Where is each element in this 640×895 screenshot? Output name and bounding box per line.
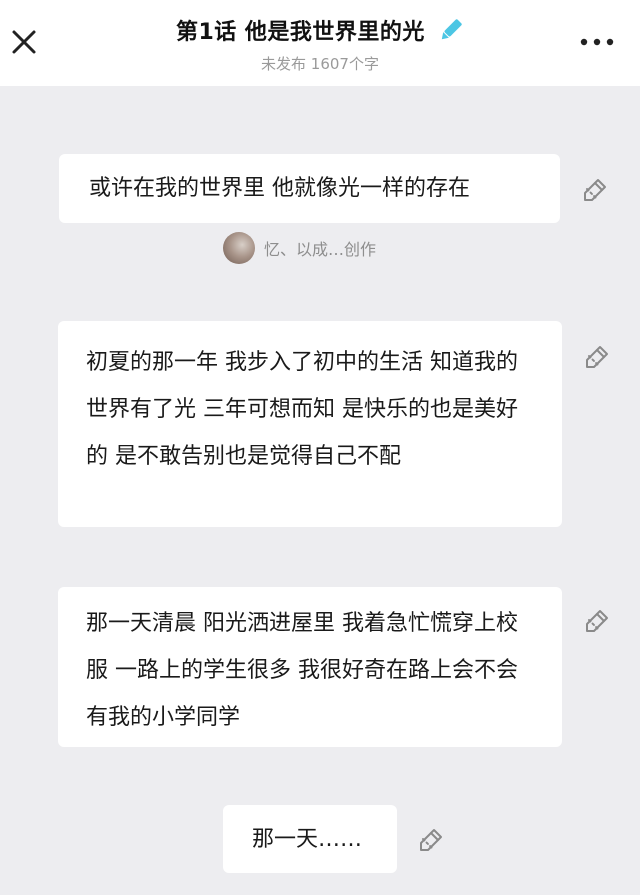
author-credit[interactable]: 忆、以成…创作 <box>223 232 376 264</box>
pencil-icon[interactable] <box>438 17 464 43</box>
chapter-title: 第1话 他是我世界里的光 <box>175 20 425 45</box>
paragraph-text: 那一天…… <box>252 827 363 852</box>
paragraph-card[interactable]: 那一天清晨 阳光洒进屋里 我着急忙慌穿上校服 一路上的学生很多 我很好奇在路上会… <box>58 587 562 747</box>
edit-pen-icon[interactable] <box>418 827 444 853</box>
paragraph-card[interactable]: 或许在我的世界里 他就像光一样的存在 <box>59 154 560 223</box>
paragraph-text: 或许在我的世界里 他就像光一样的存在 <box>89 176 470 201</box>
paragraph-card[interactable]: 那一天…… <box>223 805 397 873</box>
paragraph-text: 那一天清晨 阳光洒进屋里 我着急忙慌穿上校服 一路上的学生很多 我很好奇在路上会… <box>86 611 518 730</box>
top-bar: 第1话 他是我世界里的光 未发布 1607个字 <box>0 0 640 86</box>
avatar[interactable] <box>223 232 255 264</box>
author-label: 忆、以成…创作 <box>264 240 377 259</box>
edit-pen-icon[interactable] <box>584 344 610 370</box>
paragraph-card[interactable]: 初夏的那一年 我步入了初中的生活 知道我的世界有了光 三年可想而知 是快乐的也是… <box>58 321 562 527</box>
edit-pen-icon[interactable] <box>582 177 608 203</box>
paragraph-text: 初夏的那一年 我步入了初中的生活 知道我的世界有了光 三年可想而知 是快乐的也是… <box>86 350 518 469</box>
edit-pen-icon[interactable] <box>584 608 610 634</box>
word-count-status: 未发布 1607个字 <box>261 55 379 73</box>
more-dots-icon[interactable] <box>578 34 616 50</box>
title-row: 第1话 他是我世界里的光 <box>0 14 640 46</box>
